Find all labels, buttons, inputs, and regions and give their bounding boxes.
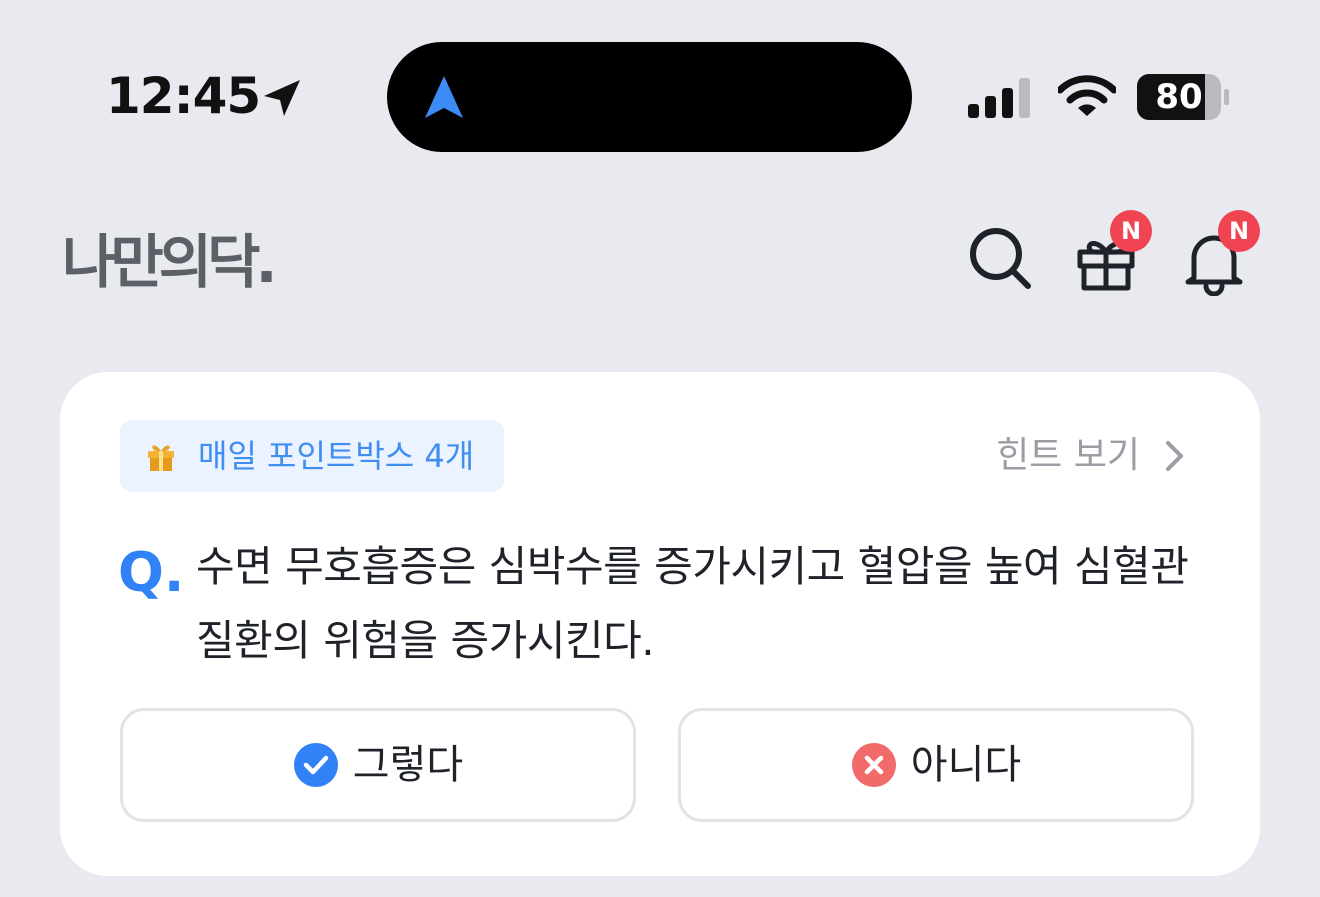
search-button[interactable] <box>962 220 1038 296</box>
daily-points-label: 매일 포인트박스 4개 <box>198 437 475 475</box>
bell-notification-badge: N <box>1218 210 1260 252</box>
location-arrow-icon <box>264 80 300 116</box>
battery-icon: 80 <box>1137 74 1231 120</box>
answer-no-label: 아니다 <box>910 742 1022 788</box>
hint-label: 힌트 보기 <box>996 435 1140 476</box>
gift-box-icon <box>148 445 174 471</box>
status-bar: 12:45 80 <box>0 0 1320 180</box>
question-mark-label: Q. <box>118 541 185 604</box>
answer-yes-label: 그렇다 <box>352 742 464 788</box>
x-circle-icon <box>851 743 896 787</box>
search-icon <box>970 228 1031 289</box>
answer-yes-button[interactable]: 그렇다 <box>120 708 636 822</box>
quiz-card: 매일 포인트박스 4개 힌트 보기 Q. 수면 무호흡증은 심박수를 증가시키고… <box>60 372 1260 876</box>
gift-notification-badge: N <box>1110 210 1152 252</box>
wifi-icon <box>1058 75 1116 116</box>
hint-link[interactable]: 힌트 보기 <box>996 430 1186 482</box>
app-header: 나만의닥. N N <box>0 190 1320 340</box>
chevron-right-icon <box>1166 441 1183 471</box>
app-logo[interactable]: 나만의닥. <box>62 226 277 298</box>
signal-icon <box>968 78 1030 118</box>
answer-no-button[interactable]: 아니다 <box>678 708 1194 822</box>
navigation-icon <box>425 76 463 118</box>
status-time: 12:45 <box>106 67 261 125</box>
dynamic-island <box>387 42 912 152</box>
battery-percent: 80 <box>1155 77 1203 117</box>
check-circle-icon <box>293 743 338 787</box>
daily-points-chip[interactable]: 매일 포인트박스 4개 <box>120 420 505 492</box>
question-text: 수면 무호흡증은 심박수를 증가시키고 혈압을 높여 심혈관 질환의 위험을 증… <box>196 542 1189 665</box>
